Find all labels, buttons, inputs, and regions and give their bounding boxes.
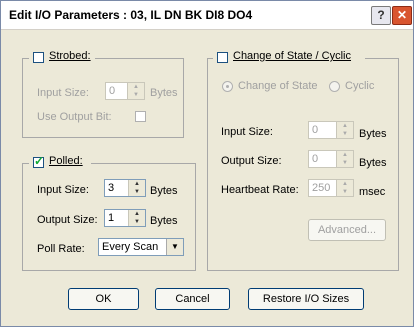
cos-input-spin-buttons[interactable]: ▲ ▼ (336, 122, 353, 138)
strobed-input-size-value: 0 (109, 85, 116, 97)
heartbeat-rate-label: Heartbeat Rate: (221, 184, 299, 196)
polled-output-bytes-label: Bytes (150, 215, 178, 227)
cos-header: Change of State / Cyclic (213, 50, 365, 64)
dialog: Edit I/O Parameters : 03, IL DN BK DI8 D… (0, 0, 414, 327)
cancel-button[interactable]: Cancel (155, 288, 230, 310)
polled-label: Polled: (49, 155, 83, 167)
cos-checkbox[interactable] (217, 52, 228, 63)
cos-output-bytes-label: Bytes (359, 157, 387, 169)
msec-label: msec (359, 186, 386, 198)
cos-input-bytes-label: Bytes (359, 128, 387, 140)
polled-input-spin-buttons[interactable]: ▲ ▼ (128, 180, 145, 196)
strobed-checkbox[interactable] (33, 52, 44, 63)
cos-output-size-stepper[interactable]: 0 ▲ ▼ (308, 150, 354, 168)
heartbeat-rate-stepper[interactable]: 250 ▲ ▼ (308, 179, 354, 197)
radio-cyclic-label: Cyclic (345, 80, 375, 92)
close-button[interactable]: ✕ (392, 6, 412, 25)
restore-io-sizes-button[interactable]: Restore I/O Sizes (248, 288, 364, 310)
cos-output-spin-buttons[interactable]: ▲ ▼ (336, 151, 353, 167)
cos-label: Change of State / Cyclic (233, 50, 352, 62)
polled-output-spin-buttons[interactable]: ▲ ▼ (128, 210, 145, 226)
cos-input-size-value: 0 (312, 124, 319, 136)
radio-change-of-state[interactable] (222, 81, 233, 92)
polled-input-size-value: 3 (108, 182, 115, 194)
polled-output-size-label: Output Size: (37, 214, 98, 226)
polled-input-size-stepper[interactable]: 3 ▲ ▼ (104, 179, 146, 197)
heartbeat-spin-buttons[interactable]: ▲ ▼ (336, 180, 353, 196)
poll-rate-value: Every Scan (102, 241, 159, 253)
polled-header: ✓ Polled: (29, 154, 91, 169)
ok-button[interactable]: OK (68, 288, 139, 310)
cos-input-size-label: Input Size: (221, 126, 273, 138)
polled-output-size-stepper[interactable]: 1 ▲ ▼ (104, 209, 146, 227)
polled-checkbox[interactable]: ✓ (33, 154, 45, 168)
strobed-bytes-label: Bytes (150, 87, 178, 99)
poll-rate-label: Poll Rate: (37, 243, 85, 255)
use-output-bit-checkbox[interactable] (135, 111, 146, 122)
use-output-bit-label: Use Output Bit: (37, 111, 112, 123)
cos-output-size-label: Output Size: (221, 155, 282, 167)
strobed-input-size-stepper[interactable]: 0 ▲ ▼ (105, 82, 145, 100)
polled-output-size-value: 1 (108, 212, 115, 224)
strobed-spin-buttons[interactable]: ▲ ▼ (127, 83, 144, 99)
heartbeat-rate-value: 250 (312, 182, 331, 194)
radio-change-of-state-label: Change of State (238, 80, 318, 92)
chevron-down-icon[interactable]: ▼ (166, 239, 183, 255)
cos-input-size-stepper[interactable]: 0 ▲ ▼ (308, 121, 354, 139)
strobed-label: Strobed: (49, 50, 91, 62)
title-bar: Edit I/O Parameters : 03, IL DN BK DI8 D… (1, 1, 413, 30)
check-icon: ✓ (34, 154, 45, 168)
dialog-title: Edit I/O Parameters : 03, IL DN BK DI8 D… (9, 8, 253, 22)
strobed-input-size-label: Input Size: (37, 87, 89, 99)
poll-rate-select[interactable]: Every Scan ▼ (98, 238, 184, 256)
radio-cyclic[interactable] (329, 81, 340, 92)
polled-input-bytes-label: Bytes (150, 185, 178, 197)
advanced-button[interactable]: Advanced... (308, 219, 386, 241)
polled-input-size-label: Input Size: (37, 184, 89, 196)
cos-output-size-value: 0 (312, 153, 319, 165)
strobed-header: Strobed: (29, 50, 95, 64)
help-button[interactable]: ? (371, 6, 391, 25)
